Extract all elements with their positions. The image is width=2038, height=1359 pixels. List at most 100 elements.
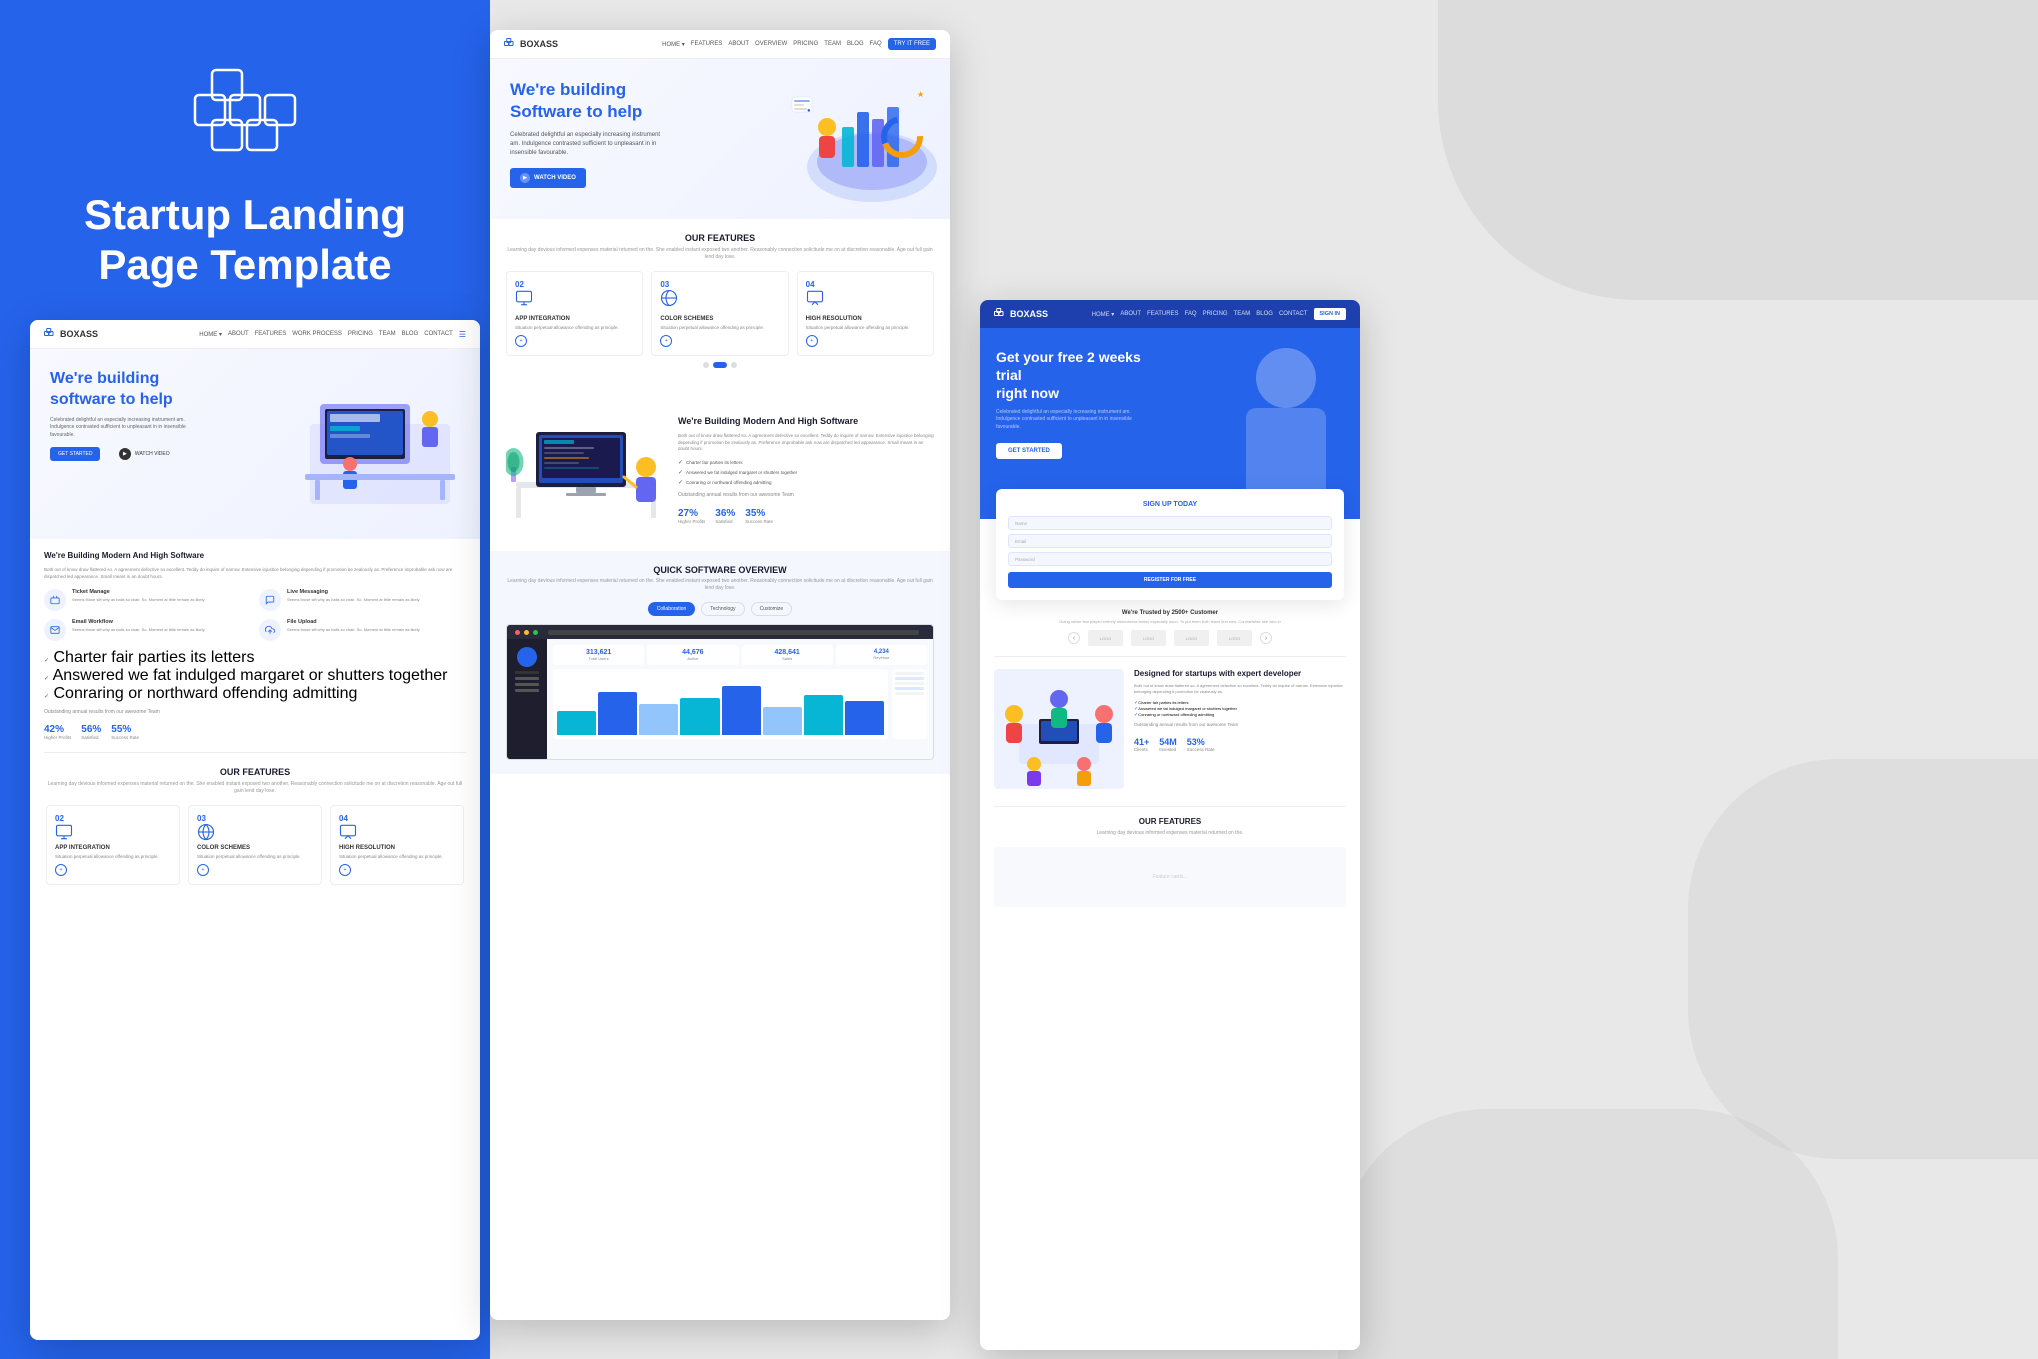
right-features-placeholder: Feature cards... bbox=[994, 847, 1346, 907]
dash-logo bbox=[517, 647, 537, 667]
main-feat-link-3[interactable]: + bbox=[806, 335, 818, 347]
url-bar bbox=[548, 630, 919, 635]
main-stat-1: 27% Higher Profits bbox=[678, 508, 705, 524]
nav-menu-icon[interactable]: ☰ bbox=[459, 330, 466, 339]
play-icon: ▶ bbox=[119, 448, 131, 460]
logo-1: LOGO bbox=[1088, 630, 1123, 646]
stat-satisfied: 56% Satisfied bbox=[81, 724, 101, 740]
check-icon-1: ✓ bbox=[44, 658, 49, 664]
right-features-sub: Learning day devious informed expenses m… bbox=[994, 830, 1346, 837]
svg-text:★: ★ bbox=[917, 90, 924, 99]
check-icon-2: ✓ bbox=[44, 676, 49, 682]
left-hero-heading: We're building software to help bbox=[50, 369, 220, 411]
main-quick-sub: Learning day devious informed expenses m… bbox=[506, 578, 934, 592]
upload-icon-circle bbox=[259, 619, 281, 641]
dash-nav-1 bbox=[515, 671, 539, 674]
left-watch-btn[interactable]: ▶ WATCH VIDEO bbox=[111, 444, 178, 464]
nav-pricing[interactable]: PRICING bbox=[348, 331, 373, 337]
main-watch-btn[interactable]: ▶ WATCH VIDEO bbox=[510, 168, 586, 188]
left-features-section: OUR FEATURES Learning day devious inform… bbox=[30, 753, 480, 899]
right-nav-about[interactable]: ABOUT bbox=[1120, 311, 1141, 317]
right-navbar: BOXASS HOME ▾ ABOUT FEATURES FAQ PRICING… bbox=[980, 300, 1360, 328]
left-cta-btn[interactable]: GET STARTED bbox=[50, 447, 100, 461]
feat-link-1[interactable]: + bbox=[55, 864, 67, 876]
upload-desc: Seems those sift why as balls so chair. … bbox=[287, 627, 420, 633]
main-nav-features[interactable]: FEATURES bbox=[691, 41, 723, 47]
main-stat-2: 36% Satisfied bbox=[715, 508, 735, 524]
tab-collaboration[interactable]: Collaboration bbox=[648, 602, 695, 616]
upload-title: File Upload bbox=[287, 619, 420, 625]
feat-messaging: Live Messaging Seems those sift why as b… bbox=[259, 589, 466, 611]
main-brand: BOXASS bbox=[504, 38, 558, 50]
name-field[interactable]: Name bbox=[1008, 516, 1332, 530]
main-nav-cta[interactable]: TRY IT FREE bbox=[888, 38, 936, 50]
left-stats: 42% Higher Profits 56% Satisfied 55% Suc… bbox=[44, 724, 466, 740]
nav-about[interactable]: ABOUT bbox=[228, 331, 249, 337]
check-icon-3: ✓ bbox=[44, 694, 49, 700]
right-nav-blog[interactable]: BLOG bbox=[1256, 311, 1273, 317]
main-nav-blog[interactable]: BLOG bbox=[847, 41, 864, 47]
right-nav-features[interactable]: FEATURES bbox=[1147, 311, 1179, 317]
startups-title: Designed for startups with expert develo… bbox=[1134, 669, 1346, 679]
email-title: Email Workflow bbox=[72, 619, 205, 625]
logos-prev[interactable]: ‹ bbox=[1068, 632, 1080, 644]
logo-3: LOGO bbox=[1174, 630, 1209, 646]
right-nav-cta[interactable]: SIGN IN bbox=[1314, 308, 1346, 320]
email-icon-circle bbox=[44, 619, 66, 641]
dash-nav-3 bbox=[515, 683, 539, 686]
main-feat-link-1[interactable]: + bbox=[515, 335, 527, 347]
right-nav-pricing[interactable]: PRICING bbox=[1203, 311, 1228, 317]
left-card-navbar: BOXASS HOME ▾ ABOUT FEATURES WORK PROCES… bbox=[30, 320, 480, 349]
dash-charts-row bbox=[553, 669, 927, 739]
tab-customize[interactable]: Customize bbox=[751, 602, 793, 616]
main-nav-home[interactable]: HOME ▾ bbox=[662, 41, 685, 48]
email-field[interactable]: Email bbox=[1008, 534, 1332, 548]
right-brand-name: BOXASS bbox=[1010, 309, 1048, 319]
password-field[interactable]: Password bbox=[1008, 552, 1332, 566]
logo-icon bbox=[185, 60, 305, 160]
nav-home[interactable]: HOME ▾ bbox=[199, 331, 222, 338]
startup-stat-2: 54M Invested bbox=[1159, 737, 1177, 752]
dot-1[interactable] bbox=[703, 362, 709, 368]
main-hero-heading: We're building Software to help bbox=[510, 79, 690, 123]
main-feat-link-2[interactable]: + bbox=[660, 335, 672, 347]
register-btn[interactable]: REGISTER FOR FREE bbox=[1008, 572, 1332, 588]
feat-link-3[interactable]: + bbox=[339, 864, 351, 876]
right-nav-faq[interactable]: FAQ bbox=[1185, 311, 1197, 317]
nav-contact[interactable]: CONTACT bbox=[424, 331, 453, 337]
left-feat-1: 02 APP INTEGRATION Situation perpetual a… bbox=[46, 805, 180, 885]
left-checks: ✓ Charter fair parties its letters ✓ Ans… bbox=[44, 649, 466, 703]
dot-red bbox=[515, 630, 520, 635]
main-nav-team[interactable]: TEAM bbox=[824, 41, 841, 47]
nav-team[interactable]: TEAM bbox=[379, 331, 396, 337]
main-features-title: OUR FEATURES bbox=[506, 233, 934, 243]
main-nav-pricing[interactable]: PRICING bbox=[793, 41, 818, 47]
feat-link-2[interactable]: + bbox=[197, 864, 209, 876]
deco-shape-2 bbox=[1338, 1109, 1838, 1359]
right-nav-contact[interactable]: CONTACT bbox=[1279, 311, 1308, 317]
tab-technology[interactable]: Technology bbox=[701, 602, 744, 616]
dash-nav-4 bbox=[515, 689, 539, 692]
nav-work[interactable]: WORK PROCESS bbox=[292, 331, 342, 337]
main-nav-faq[interactable]: FAQ bbox=[870, 41, 882, 47]
main-features-sub: Learning day devious informed expenses m… bbox=[506, 247, 934, 261]
ticket-icon bbox=[50, 595, 60, 605]
right-nav-home[interactable]: HOME ▾ bbox=[1092, 311, 1115, 318]
right-nav-team[interactable]: TEAM bbox=[1234, 311, 1251, 317]
dot-3[interactable] bbox=[731, 362, 737, 368]
dot-2-active[interactable] bbox=[713, 362, 727, 368]
logos-next[interactable]: › bbox=[1260, 632, 1272, 644]
startups-section: Designed for startups with expert develo… bbox=[980, 657, 1360, 806]
main-nav-about[interactable]: ABOUT bbox=[728, 41, 749, 47]
right-nav-links: HOME ▾ ABOUT FEATURES FAQ PRICING TEAM B… bbox=[1092, 308, 1346, 320]
feat-ticket: Ticket Manage Seems those sift why as ba… bbox=[44, 589, 251, 611]
check-2: ✓ Answered we fat indulged margaret or s… bbox=[44, 667, 466, 685]
startup-stat-3: 53% Success Rate bbox=[1187, 737, 1215, 752]
nav-features[interactable]: FEATURES bbox=[255, 331, 287, 337]
main-feat-2: 03 COLOR SCHEMES Situation perpetual all… bbox=[651, 271, 788, 356]
main-quick-section: QUICK SOFTWARE OVERVIEW Learning day dev… bbox=[490, 551, 950, 774]
right-cta-btn[interactable]: GET STARTED bbox=[996, 443, 1062, 459]
main-nav-overview[interactable]: OVERVIEW bbox=[755, 41, 787, 47]
nav-blog[interactable]: BLOG bbox=[402, 331, 419, 337]
signup-title: SIGN UP TODAY bbox=[1008, 501, 1332, 508]
